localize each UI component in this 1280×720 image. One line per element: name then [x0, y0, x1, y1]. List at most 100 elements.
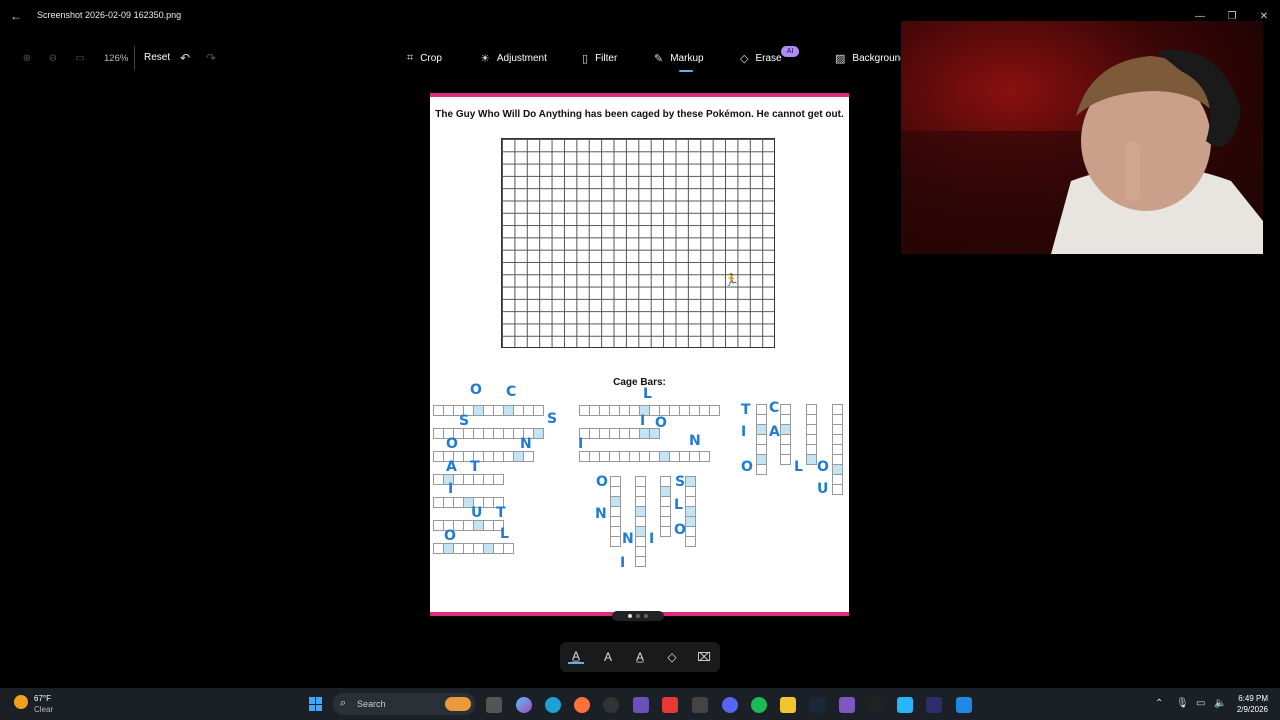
- handwritten-letter: L: [643, 386, 652, 402]
- handwritten-letter: N: [520, 436, 532, 452]
- handwritten-letter: I: [620, 555, 626, 571]
- discord-icon[interactable]: [722, 697, 738, 713]
- cage-bar-cell: [533, 428, 544, 439]
- handwritten-letter: I: [578, 436, 584, 452]
- fit-to-window-icon[interactable]: ▭: [73, 51, 87, 65]
- handwritten-letter: L: [674, 497, 683, 513]
- zoom-out-icon[interactable]: ⊖: [46, 51, 60, 65]
- steam-icon[interactable]: [809, 697, 825, 713]
- page-dot[interactable]: [636, 614, 640, 618]
- app-icon[interactable]: [839, 697, 855, 713]
- reset-button[interactable]: Reset: [144, 52, 170, 63]
- cage-bar-column: [660, 476, 671, 537]
- image-canvas[interactable]: The Guy Who Will Do Anything has been ca…: [430, 93, 849, 635]
- fx-icon[interactable]: [926, 697, 942, 713]
- pencil-icon[interactable]: A: [600, 650, 616, 664]
- page-dot[interactable]: [644, 614, 648, 618]
- markup-button[interactable]: ✎ Markup: [654, 52, 704, 65]
- volume-icon[interactable]: 🔈: [1214, 698, 1226, 709]
- start-icon[interactable]: [309, 697, 323, 711]
- redo-icon[interactable]: ↷: [206, 51, 216, 65]
- crop-button[interactable]: ⌗ Crop: [407, 52, 442, 65]
- pen-icon: ✎: [654, 53, 664, 65]
- handwritten-letter: N: [689, 433, 701, 449]
- spotify-icon[interactable]: [751, 697, 767, 713]
- handwritten-letter: S: [675, 474, 686, 490]
- weather-sun-icon[interactable]: [14, 695, 28, 709]
- cage-bar-row: [433, 543, 514, 554]
- back-arrow-icon[interactable]: ←: [8, 8, 24, 24]
- handwritten-letter: T: [496, 505, 506, 521]
- cage-bar-cell: [699, 451, 710, 462]
- firefox-icon[interactable]: [574, 697, 590, 713]
- obs-icon[interactable]: [603, 697, 619, 713]
- eraser-icon[interactable]: ◇: [664, 650, 680, 664]
- handwritten-letter: O: [817, 459, 829, 475]
- cage-bar-column: [780, 404, 791, 465]
- crop-label: Crop: [420, 53, 442, 64]
- file-explorer-icon[interactable]: [780, 697, 796, 713]
- page-indicator[interactable]: [612, 611, 664, 621]
- app-icon[interactable]: [897, 697, 913, 713]
- cage-bars-title: Cage Bars:: [613, 377, 666, 388]
- clear-markup-icon[interactable]: ⌧: [696, 650, 712, 664]
- undo-icon[interactable]: ↶: [180, 51, 190, 65]
- highlighter-icon[interactable]: A̲: [632, 650, 648, 664]
- webcam-person-image: [901, 21, 1263, 254]
- background-button[interactable]: ▨ Background: [835, 52, 906, 65]
- puzzle-heading: The Guy Who Will Do Anything has been ca…: [435, 109, 844, 120]
- adjustment-label: Adjustment: [496, 53, 547, 64]
- search-highlight-icon[interactable]: [445, 697, 471, 711]
- handwritten-letter: O: [674, 522, 686, 538]
- clock-date[interactable]: 2/9/2026: [1228, 705, 1268, 714]
- cage-bar-cell: [832, 484, 843, 495]
- network-icon[interactable]: ▭: [1196, 698, 1205, 709]
- handwritten-letter: L: [794, 459, 803, 475]
- handwritten-letter: T: [470, 459, 480, 475]
- cage-bar-cell: [806, 454, 817, 465]
- active-tab-indicator: [679, 70, 693, 72]
- zoom-level[interactable]: 126%: [104, 53, 128, 64]
- app-icon[interactable]: [633, 697, 649, 713]
- music-icon[interactable]: [692, 697, 708, 713]
- erase-button[interactable]: ◇ Erase: [740, 52, 782, 65]
- erase-label: Erase: [755, 53, 782, 64]
- cage-bar-cell: [756, 464, 767, 475]
- app-icon[interactable]: [868, 697, 884, 713]
- handwritten-letter: A: [446, 459, 457, 475]
- window-title: Screenshot 2026-02-09 162350.png: [37, 10, 182, 20]
- cage-bar-cell: [523, 451, 534, 462]
- clock-time[interactable]: 6:49 PM: [1236, 694, 1268, 703]
- cage-bar-cell: [533, 405, 544, 416]
- microphone-icon[interactable]: 🎙: [1176, 698, 1189, 709]
- cage-bar-row: [579, 405, 720, 416]
- weather-condition[interactable]: Clear: [34, 705, 53, 714]
- webcam-overlay: [901, 21, 1263, 254]
- page-dot[interactable]: [628, 614, 632, 618]
- weather-temp[interactable]: 67°F: [34, 694, 51, 703]
- cage-bar-column: [635, 476, 646, 567]
- ballpoint-pen-icon[interactable]: A̲: [568, 649, 584, 664]
- handwritten-letter: O: [741, 459, 753, 475]
- recorder-icon[interactable]: [662, 697, 678, 713]
- cage-bar-column: [832, 404, 843, 495]
- edge-icon[interactable]: [545, 697, 561, 713]
- cage-bar-row: [433, 474, 504, 485]
- cage-bar-cell: [685, 536, 696, 547]
- handwritten-letter: U: [817, 481, 829, 497]
- adjustment-button[interactable]: ☀ Adjustment: [480, 52, 547, 65]
- copilot-icon[interactable]: [516, 697, 532, 713]
- handwritten-letter: S: [547, 411, 558, 427]
- running-man-icon: 🏃: [724, 273, 739, 287]
- handwritten-letter: O: [655, 415, 667, 431]
- photos-icon[interactable]: [956, 697, 972, 713]
- zoom-in-icon[interactable]: ⊕: [20, 51, 34, 65]
- task-view-icon[interactable]: [486, 697, 502, 713]
- markup-label: Markup: [670, 53, 704, 64]
- filter-button[interactable]: ▯ Filter: [582, 52, 617, 65]
- handwritten-letter: N: [622, 531, 634, 547]
- eraser-icon: ◇: [740, 53, 749, 65]
- cage-bar-cell: [610, 536, 621, 547]
- chevron-up-icon[interactable]: ⌃: [1155, 698, 1163, 709]
- cage-bar-column: [685, 476, 696, 547]
